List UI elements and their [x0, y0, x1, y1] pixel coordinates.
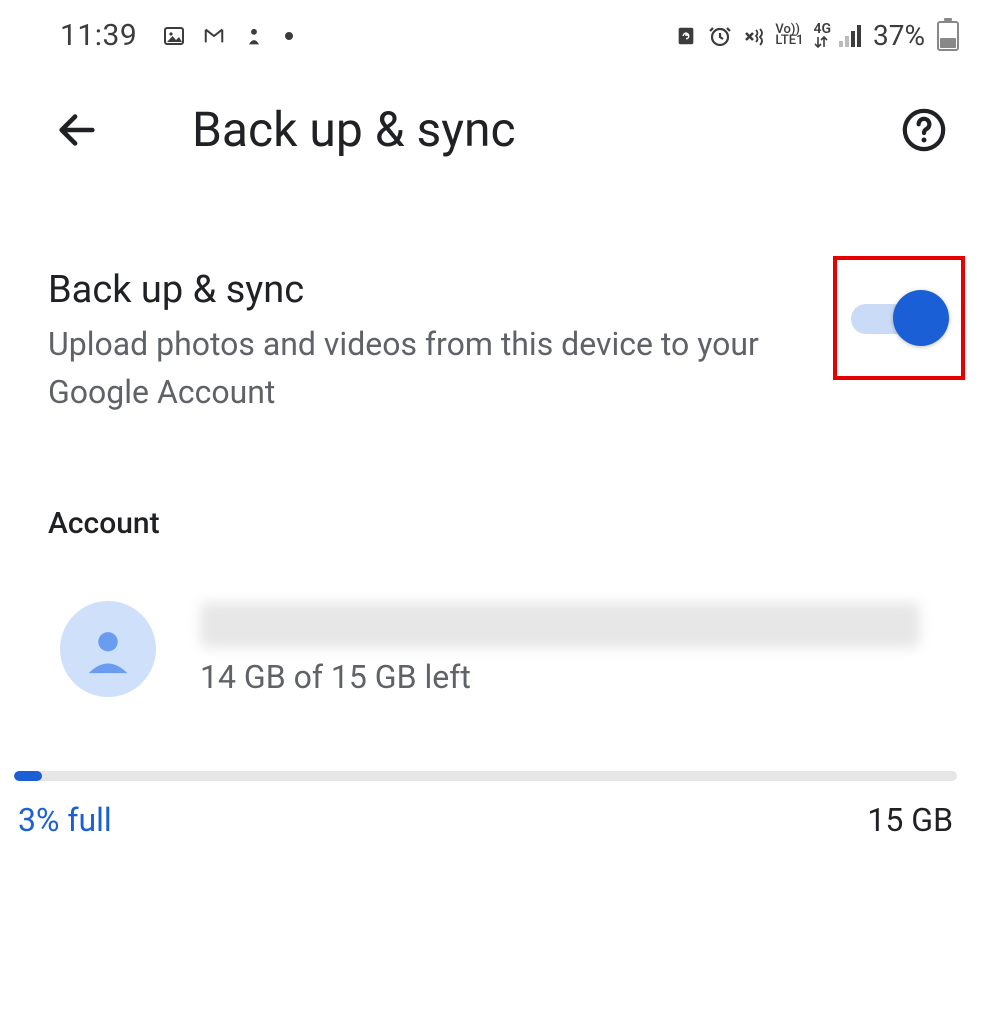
signal-icon	[839, 25, 861, 47]
storage-meter: 3% full 15 GB	[0, 717, 993, 839]
setting-description: Upload photos and videos from this devic…	[48, 320, 813, 416]
setting-title: Back up & sync	[48, 268, 813, 312]
account-row[interactable]: 14 GB of 15 GB left	[0, 561, 993, 717]
status-right: Vo)) LTE1 4G 37%	[673, 19, 959, 52]
storage-total-label: 15 GB	[867, 801, 953, 839]
account-texts: 14 GB of 15 GB left	[200, 602, 945, 696]
gmail-icon	[201, 25, 227, 47]
account-section-label: Account	[0, 456, 993, 561]
header: Back up & sync	[0, 61, 993, 188]
help-button[interactable]	[897, 103, 951, 157]
account-storage-text: 14 GB of 15 GB left	[200, 658, 945, 696]
vibrate-icon	[741, 25, 767, 47]
status-time: 11:39	[60, 18, 137, 53]
status-left: 11:39	[60, 18, 293, 53]
person-icon	[241, 25, 267, 47]
back-button[interactable]	[50, 103, 104, 157]
battery-percent: 37%	[873, 19, 925, 52]
network-4g-label: 4G	[811, 23, 831, 48]
backup-sync-setting[interactable]: Back up & sync Upload photos and videos …	[0, 188, 993, 456]
image-icon	[161, 25, 187, 47]
storage-labels: 3% full 15 GB	[14, 781, 957, 839]
alarm-icon	[707, 25, 733, 47]
status-bar: 11:39 Vo)) LTE1 4G 37	[0, 0, 993, 61]
page-title: Back up & sync	[192, 101, 897, 158]
avatar	[60, 601, 156, 697]
volte-bottom: LTE1	[775, 36, 803, 46]
storage-percent-label: 3% full	[18, 801, 112, 839]
storage-progress-bar	[14, 771, 957, 781]
battery-icon	[937, 21, 959, 51]
more-notifications-dot	[285, 32, 293, 40]
storage-progress-fill	[14, 771, 42, 781]
volte-indicator: Vo)) LTE1	[775, 25, 803, 46]
sync-icon	[673, 25, 699, 47]
setting-text: Back up & sync Upload photos and videos …	[48, 268, 833, 416]
toggle-highlight-box	[833, 256, 965, 380]
account-email-redacted	[200, 602, 920, 648]
backup-sync-toggle[interactable]	[851, 290, 947, 346]
